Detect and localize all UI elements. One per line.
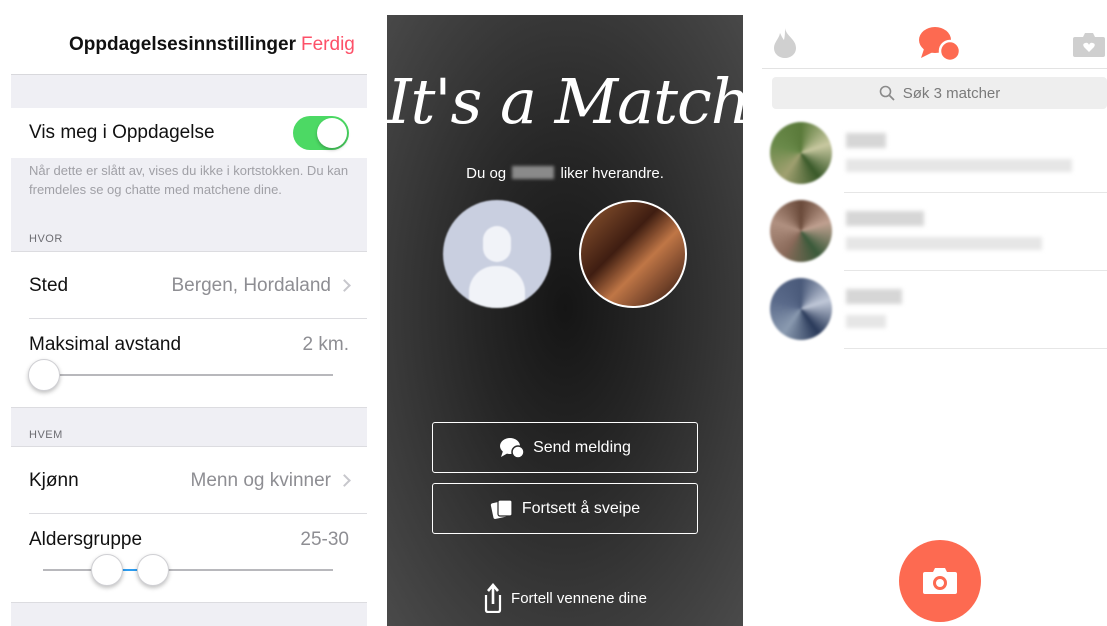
age-range-slider[interactable] (43, 569, 333, 571)
avatar (770, 200, 832, 262)
settings-navbar: Oppdagelsesinnstillinger Ferdig (11, 15, 367, 75)
conversation-item[interactable] (762, 193, 1107, 271)
blurred-name (846, 289, 902, 304)
tell-friends-button[interactable]: Fortell vennene dine (387, 583, 743, 613)
max-distance-value: 2 km. (302, 334, 349, 355)
section-header-where: HVOR (29, 233, 63, 245)
send-message-label: Send melding (533, 438, 631, 456)
done-button[interactable]: Ferdig (301, 34, 355, 56)
age-min-slider-thumb[interactable] (91, 554, 123, 586)
divider (29, 318, 367, 319)
divider (844, 348, 1107, 349)
chat-bubble-icon (500, 437, 525, 459)
messages-panel: Søk 3 matcher (762, 15, 1107, 626)
share-icon (484, 583, 502, 613)
camera-icon (1073, 33, 1105, 57)
search-icon (879, 85, 895, 101)
my-avatar (443, 200, 551, 308)
show-me-label: Vis meg i Oppdagelse (29, 122, 215, 143)
blurred-name (846, 133, 886, 148)
gender-label: Kjønn (29, 470, 79, 491)
blurred-last-message (846, 237, 1042, 250)
cards-icon (490, 498, 513, 519)
chat-bubbles-icon (919, 27, 962, 63)
conversation-item[interactable] (762, 271, 1107, 349)
gender-row[interactable]: Kjønn Menn og kvinner (11, 447, 367, 513)
match-headline: It's a Match! (387, 65, 743, 138)
search-input[interactable]: Søk 3 matcher (772, 77, 1107, 109)
tab-bar (762, 15, 1107, 69)
match-subtitle-prefix: Du og (466, 165, 507, 182)
age-max-slider-thumb[interactable] (137, 554, 169, 586)
camera-icon (923, 568, 957, 594)
age-range-label: Aldersgruppe (29, 529, 143, 550)
blurred-match-name (512, 166, 555, 179)
keep-swiping-label: Fortsett å sveipe (521, 499, 641, 517)
keep-swiping-button[interactable]: Fortsett å sveipe (432, 483, 698, 534)
match-subtitle-suffix: liker hverandre. (560, 165, 664, 182)
blurred-last-message (846, 159, 1072, 172)
camera-fab-button[interactable] (899, 540, 981, 622)
match-avatar (579, 200, 687, 308)
match-overlay-panel: It's a Match! Du og liker hverandre. Sen… (387, 15, 743, 626)
tab-messages[interactable] (918, 25, 962, 68)
blurred-last-message (846, 315, 886, 328)
section-header-who: HVEM (29, 429, 63, 441)
divider (29, 513, 367, 514)
search-placeholder: Søk 3 matcher (902, 84, 1001, 102)
age-range-value: 25-30 (300, 529, 349, 550)
discovery-settings-panel: Oppdagelsesinnstillinger Ferdig Vis meg … (11, 15, 367, 626)
max-distance-label: Maksimal avstand (29, 334, 182, 355)
page-title: Oppdagelsesinnstillinger (69, 34, 296, 55)
max-distance-slider[interactable] (43, 374, 333, 376)
show-me-row: Vis meg i Oppdagelse (11, 108, 367, 158)
location-value: Bergen, Hordaland (171, 275, 332, 296)
chevron-right-icon (338, 474, 351, 487)
send-message-button[interactable]: Send melding (432, 422, 698, 473)
chevron-right-icon (338, 279, 351, 292)
avatar (770, 122, 832, 184)
flame-icon (774, 28, 796, 58)
conversation-item[interactable] (762, 115, 1107, 193)
show-me-toggle[interactable] (293, 116, 349, 150)
who-group: Kjønn Menn og kvinner Aldersgruppe 25-30 (11, 446, 367, 603)
tab-discovery[interactable] (772, 27, 798, 64)
tell-friends-label: Fortell vennene dine (511, 589, 647, 607)
where-group: Sted Bergen, Hordaland Maksimal avstand … (11, 251, 367, 408)
show-me-footnote: Når dette er slått av, vises du ikke i k… (29, 163, 349, 197)
location-label: Sted (29, 275, 69, 296)
location-row[interactable]: Sted Bergen, Hordaland (11, 252, 367, 318)
person-silhouette-icon (483, 226, 511, 262)
avatar (770, 278, 832, 340)
gender-value: Menn og kvinner (190, 470, 331, 491)
max-distance-slider-thumb[interactable] (28, 359, 60, 391)
toggle-knob (317, 118, 347, 148)
tab-moments[interactable] (1072, 32, 1106, 63)
blurred-name (846, 211, 924, 226)
match-subtitle: Du og liker hverandre. (387, 165, 743, 182)
